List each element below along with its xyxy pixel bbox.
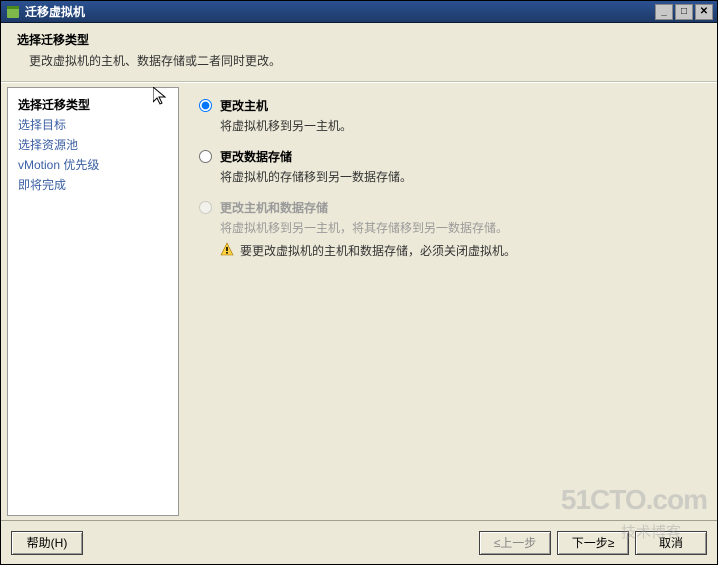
maximize-button[interactable]: □ — [675, 4, 693, 20]
wizard-header: 选择迁移类型 更改虚拟机的主机、数据存储或二者同时更改。 — [1, 23, 717, 82]
cancel-button[interactable]: 取消 — [635, 531, 707, 555]
wizard-footer: 帮助(H) ≤上一步 下一步≥ 取消 — [1, 520, 717, 564]
back-button[interactable]: ≤上一步 — [479, 531, 551, 555]
radio-change-both — [199, 201, 212, 214]
page-subtitle: 更改虚拟机的主机、数据存储或二者同时更改。 — [29, 52, 701, 69]
option-change-datastore[interactable]: 更改数据存储 将虚拟机的存储移到另一数据存储。 — [199, 148, 697, 185]
option-change-both-warning-text: 要更改虚拟机的主机和数据存储，必须关闭虚拟机。 — [240, 242, 516, 259]
close-button[interactable]: ✕ — [695, 4, 713, 20]
app-icon — [5, 4, 21, 20]
wizard-steps-sidebar: 选择迁移类型 选择目标 选择资源池 vMotion 优先级 即将完成 — [7, 87, 179, 516]
option-change-datastore-label: 更改数据存储 — [220, 148, 697, 165]
option-change-both: 更改主机和数据存储 将虚拟机移到另一主机，将其存储移到另一数据存储。 要更改虚拟… — [199, 199, 697, 259]
option-change-both-desc: 将虚拟机移到另一主机，将其存储移到另一数据存储。 — [220, 219, 697, 236]
option-change-both-warning: 要更改虚拟机的主机和数据存储，必须关闭虚拟机。 — [220, 242, 697, 259]
help-button[interactable]: 帮助(H) — [11, 531, 83, 555]
option-change-host-desc: 将虚拟机移到另一主机。 — [220, 117, 697, 134]
step-migration-type[interactable]: 选择迁移类型 — [18, 96, 168, 113]
page-title: 选择迁移类型 — [17, 31, 701, 48]
wizard-content: 更改主机 将虚拟机移到另一主机。 更改数据存储 将虚拟机的存储移到另一数据存储。… — [179, 83, 717, 520]
option-change-both-label: 更改主机和数据存储 — [220, 199, 697, 216]
title-bar: 迁移虚拟机 _ □ ✕ — [1, 1, 717, 23]
next-button[interactable]: 下一步≥ — [557, 531, 629, 555]
window-title: 迁移虚拟机 — [25, 3, 655, 20]
radio-change-datastore[interactable] — [199, 150, 212, 163]
minimize-button[interactable]: _ — [655, 4, 673, 20]
warning-icon — [220, 242, 234, 256]
option-change-host-label: 更改主机 — [220, 97, 697, 114]
step-vmotion-priority: vMotion 优先级 — [18, 156, 168, 173]
option-change-datastore-desc: 将虚拟机的存储移到另一数据存储。 — [220, 168, 697, 185]
step-ready-to-complete: 即将完成 — [18, 176, 168, 193]
step-select-resource-pool: 选择资源池 — [18, 136, 168, 153]
step-select-target: 选择目标 — [18, 116, 168, 133]
radio-change-host[interactable] — [199, 99, 212, 112]
option-change-host[interactable]: 更改主机 将虚拟机移到另一主机。 — [199, 97, 697, 134]
